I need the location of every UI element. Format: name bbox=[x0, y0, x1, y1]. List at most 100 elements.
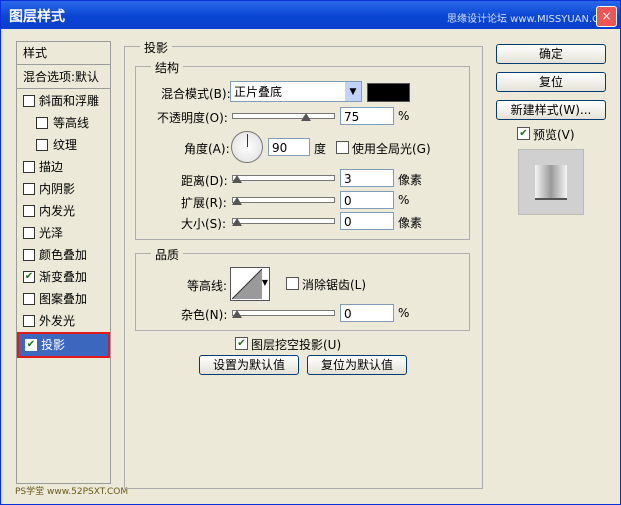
style-checkbox[interactable] bbox=[36, 117, 48, 129]
global-light-checkbox[interactable] bbox=[336, 141, 349, 154]
global-light-label: 使用全局光(G) bbox=[352, 142, 431, 156]
preview-checkbox[interactable]: ✔ bbox=[517, 127, 530, 140]
spread-input[interactable]: 0 bbox=[340, 191, 394, 209]
opacity-input[interactable]: 75 bbox=[340, 107, 394, 125]
contour-label: 等高线: bbox=[187, 279, 228, 293]
style-item-label: 外发光 bbox=[39, 314, 76, 328]
style-checkbox[interactable] bbox=[23, 315, 35, 327]
noise-slider[interactable] bbox=[232, 310, 335, 316]
distance-unit: 像素 bbox=[398, 173, 423, 187]
size-slider-thumb[interactable] bbox=[232, 218, 242, 226]
style-checkbox[interactable]: ✔ bbox=[23, 271, 35, 283]
preview-label: 预览(V) bbox=[533, 128, 575, 142]
style-item-label: 描边 bbox=[39, 160, 64, 174]
style-item[interactable]: 外发光 bbox=[17, 310, 110, 332]
set-default-button[interactable]: 设置为默认值 bbox=[199, 355, 299, 375]
size-unit: 像素 bbox=[398, 216, 423, 230]
contour-picker[interactable]: ▼ bbox=[230, 267, 270, 301]
chevron-down-icon[interactable]: ▼ bbox=[345, 82, 361, 101]
style-item-label: 投影 bbox=[41, 338, 66, 352]
distance-label: 距离(D): bbox=[181, 174, 228, 188]
style-item[interactable]: 光泽 bbox=[17, 222, 110, 244]
size-input[interactable]: 0 bbox=[340, 212, 394, 230]
style-item[interactable]: 描边 bbox=[17, 156, 110, 178]
style-item[interactable]: ✔ 渐变叠加 bbox=[17, 266, 110, 288]
style-item[interactable]: 斜面和浮雕 bbox=[17, 90, 110, 112]
new-style-button[interactable]: 新建样式(W)... bbox=[496, 100, 606, 120]
style-checkbox[interactable] bbox=[23, 205, 35, 217]
distance-slider[interactable] bbox=[232, 175, 335, 181]
style-checkbox[interactable] bbox=[23, 95, 35, 107]
drop-shadow-title: 投影 bbox=[140, 39, 173, 56]
style-item[interactable]: 内发光 bbox=[17, 200, 110, 222]
spread-slider-thumb[interactable] bbox=[232, 197, 242, 205]
knockout-checkbox[interactable]: ✔ bbox=[235, 337, 248, 350]
shadow-color-swatch[interactable] bbox=[367, 83, 410, 102]
anti-alias-label: 消除锯齿(L) bbox=[302, 278, 367, 292]
style-item-label: 颜色叠加 bbox=[39, 248, 88, 262]
noise-input[interactable]: 0 bbox=[340, 304, 394, 322]
style-item[interactable]: 颜色叠加 bbox=[17, 244, 110, 266]
spread-slider[interactable] bbox=[232, 197, 335, 203]
style-checkbox[interactable] bbox=[23, 293, 35, 305]
style-checkbox[interactable] bbox=[23, 227, 35, 239]
styles-header: 样式 bbox=[17, 42, 110, 65]
angle-dial[interactable] bbox=[231, 131, 263, 163]
chevron-down-icon[interactable]: ▼ bbox=[262, 278, 268, 287]
close-button[interactable]: × bbox=[596, 6, 617, 27]
blend-mode-select[interactable]: 正片叠底 ▼ bbox=[230, 81, 362, 102]
opacity-slider-thumb[interactable] bbox=[301, 113, 311, 121]
style-item-label: 纹理 bbox=[53, 138, 78, 152]
distance-slider-thumb[interactable] bbox=[232, 175, 242, 183]
angle-label: 角度(A): bbox=[184, 142, 230, 156]
reset-default-button[interactable]: 复位为默认值 bbox=[307, 355, 407, 375]
opacity-slider[interactable] bbox=[232, 113, 335, 119]
preview-swatch bbox=[535, 165, 567, 200]
style-checkbox[interactable] bbox=[23, 183, 35, 195]
reset-button[interactable]: 复位 bbox=[496, 72, 606, 92]
size-slider[interactable] bbox=[232, 218, 335, 224]
blend-options-label: 混合选项:默认 bbox=[23, 70, 100, 84]
footer-watermark: PS学堂 www.52PSXT.COM bbox=[15, 487, 129, 497]
distance-input[interactable]: 3 bbox=[340, 169, 394, 187]
style-checkbox[interactable] bbox=[23, 249, 35, 261]
noise-slider-thumb[interactable] bbox=[232, 310, 242, 318]
preview-thumbnail bbox=[518, 149, 584, 215]
style-checkbox[interactable] bbox=[23, 161, 35, 173]
angle-unit: 度 bbox=[314, 142, 327, 156]
style-item[interactable]: ✔ 投影 bbox=[17, 332, 110, 358]
style-checkbox[interactable]: ✔ bbox=[25, 339, 37, 351]
knockout-label: 图层挖空投影(U) bbox=[251, 338, 342, 352]
title-bar: 图层样式 思缘设计论坛 www.MISSYUAN.COM × bbox=[1, 1, 620, 29]
style-item-label: 内阴影 bbox=[39, 182, 76, 196]
style-item[interactable]: 内阴影 bbox=[17, 178, 110, 200]
blend-mode-label: 混合模式(B): bbox=[161, 87, 231, 101]
blend-mode-value: 正片叠底 bbox=[234, 85, 283, 99]
styles-list: 样式 混合选项:默认 斜面和浮雕等高线纹理描边内阴影内发光光泽颜色叠加 ✔ 渐变叠加… bbox=[16, 41, 111, 484]
layer-style-dialog: 图层样式 思缘设计论坛 www.MISSYUAN.COM × 样式 混合选项:默… bbox=[0, 0, 621, 505]
size-label: 大小(S): bbox=[181, 217, 227, 231]
spread-label: 扩展(R): bbox=[181, 196, 227, 210]
noise-label: 杂色(N): bbox=[181, 308, 228, 322]
blend-options-item[interactable]: 混合选项:默认 bbox=[17, 66, 110, 89]
style-item-label: 图案叠加 bbox=[39, 292, 88, 306]
ok-button[interactable]: 确定 bbox=[496, 44, 606, 64]
opacity-unit: % bbox=[398, 109, 410, 123]
watermark-text: 思缘设计论坛 www.MISSYUAN.COM bbox=[447, 14, 616, 25]
anti-alias-checkbox[interactable] bbox=[286, 277, 299, 290]
structure-title: 结构 bbox=[151, 59, 184, 76]
style-item-label: 内发光 bbox=[39, 204, 76, 218]
style-item[interactable]: 纹理 bbox=[17, 134, 110, 156]
style-item[interactable]: 等高线 bbox=[17, 112, 110, 134]
style-item-label: 光泽 bbox=[39, 226, 64, 240]
quality-title: 品质 bbox=[151, 246, 184, 263]
style-item-label: 渐变叠加 bbox=[39, 270, 88, 284]
contour-curve-icon bbox=[232, 269, 262, 299]
style-item-label: 等高线 bbox=[53, 116, 90, 130]
style-item-label: 斜面和浮雕 bbox=[39, 94, 100, 108]
dialog-title: 图层样式 bbox=[9, 9, 65, 25]
angle-input[interactable]: 90 bbox=[268, 138, 310, 156]
noise-unit: % bbox=[398, 306, 410, 320]
style-checkbox[interactable] bbox=[36, 139, 48, 151]
style-item[interactable]: 图案叠加 bbox=[17, 288, 110, 310]
